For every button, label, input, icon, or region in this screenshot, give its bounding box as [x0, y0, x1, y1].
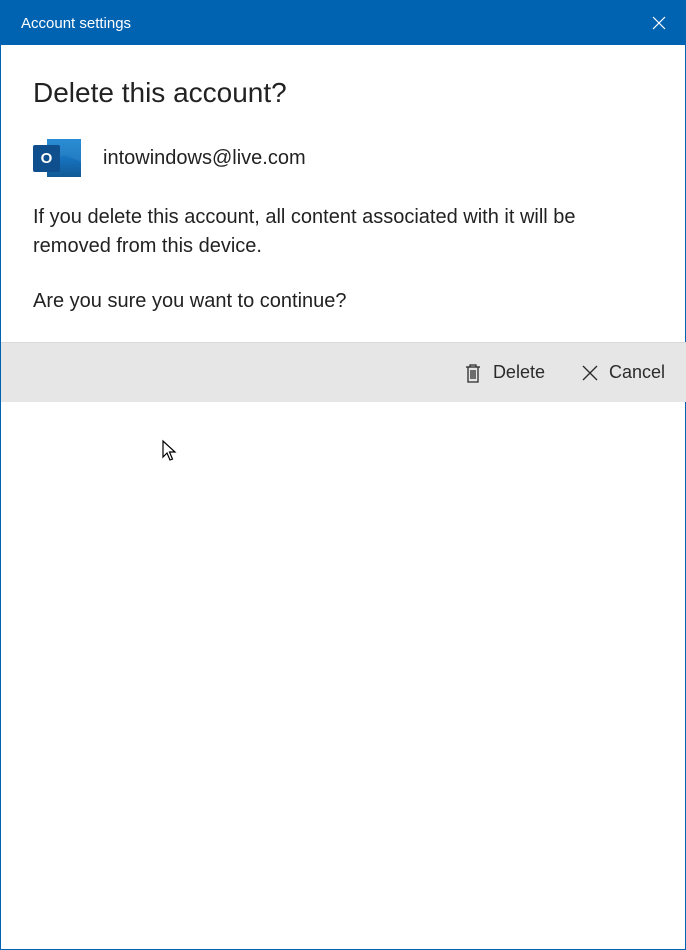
outlook-icon-badge: O: [33, 145, 60, 172]
titlebar-title: Account settings: [21, 15, 131, 32]
close-icon: [652, 16, 666, 30]
page-heading: Delete this account?: [33, 77, 655, 109]
cancel-button[interactable]: Cancel: [577, 356, 669, 389]
close-button[interactable]: [631, 1, 686, 45]
close-icon: [581, 364, 599, 382]
cancel-button-label: Cancel: [609, 362, 665, 383]
content-area: Delete this account? O intowindows@live.…: [1, 45, 686, 316]
mouse-cursor-icon: [161, 439, 179, 468]
delete-button[interactable]: Delete: [459, 356, 549, 390]
footer: Delete Cancel: [1, 342, 686, 402]
warning-text: If you delete this account, all content …: [33, 203, 623, 261]
trash-icon: [463, 362, 483, 384]
account-row: O intowindows@live.com: [33, 137, 655, 179]
outlook-icon: O: [33, 137, 81, 179]
delete-button-label: Delete: [493, 362, 545, 383]
titlebar: Account settings: [1, 1, 686, 45]
account-email: intowindows@live.com: [103, 147, 306, 170]
confirm-text: Are you sure you want to continue?: [33, 287, 623, 316]
